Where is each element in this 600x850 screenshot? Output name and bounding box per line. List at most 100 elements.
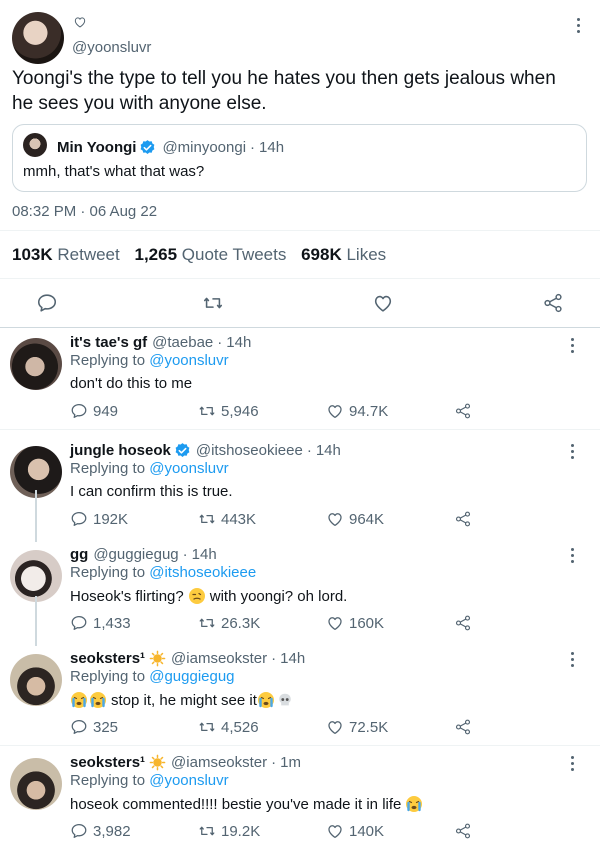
reply-text: don't do this to me (70, 375, 193, 392)
reply-avatar[interactable] (10, 338, 62, 390)
retweet-icon[interactable] (198, 822, 216, 840)
reply-count: 192K (93, 510, 129, 528)
like-count: 140K (349, 822, 385, 840)
reply-avatar[interactable] (10, 550, 62, 602)
more-options-icon[interactable] (565, 544, 579, 566)
quoted-author-handle: @minyoongi (162, 139, 247, 156)
reply-avatar[interactable] (10, 758, 62, 810)
reply-time: 1m (280, 754, 301, 771)
reply-author-handle[interactable]: @iamseokster (171, 754, 267, 771)
reply-icon[interactable] (70, 718, 88, 736)
reply-icon[interactable] (70, 510, 88, 528)
reply-text-part-1: Hoseok's flirting? (70, 587, 184, 605)
reply-time: 14h (280, 650, 306, 667)
retweet-icon[interactable] (198, 402, 216, 420)
reply-tweet[interactable]: jungle hoseok @itshoseokieee · 14h Reply… (0, 436, 600, 540)
crying-emoji-icon (406, 796, 423, 812)
retweet-icon[interactable] (198, 510, 216, 528)
author-handle[interactable]: @yoonsluvr (72, 39, 151, 56)
like-icon[interactable] (326, 510, 344, 528)
like-icon[interactable] (326, 822, 344, 840)
reply-author-handle[interactable]: @itshoseokieee (196, 442, 303, 459)
reply-tweet[interactable]: seoksters¹ @iamseokster · 1m Replying to… (0, 748, 600, 850)
replying-to-label: Replying to (70, 564, 146, 581)
like-icon[interactable] (326, 614, 344, 632)
wink-emoji-icon (188, 588, 205, 604)
tweet-stats: 103K Retweet 1,265 Quote Tweets 698K Lik… (12, 245, 396, 265)
retweet-icon[interactable] (198, 718, 216, 736)
reply-count: 325 (93, 718, 119, 736)
reply-author-handle[interactable]: @iamseokster (171, 650, 267, 667)
share-icon[interactable] (454, 718, 472, 736)
reply-author-name[interactable]: seoksters¹ (70, 754, 145, 771)
tweet-text: Yoongi's the type to tell you he hates y… (12, 68, 556, 114)
reply-text-part-2: with yoongi? oh lord. (209, 587, 348, 605)
reply-icon[interactable] (70, 402, 88, 420)
more-options-icon[interactable] (565, 752, 579, 774)
reply-avatar[interactable] (10, 654, 62, 706)
like-count: 160K (349, 614, 385, 632)
reply-author-name[interactable]: it's tae's gf (70, 334, 147, 351)
divider (0, 278, 600, 279)
reply-author-handle[interactable]: @taebae (152, 334, 213, 351)
reply-count: 3,982 (93, 822, 131, 840)
like-icon[interactable] (326, 718, 344, 736)
share-icon[interactable] (542, 292, 564, 314)
quoted-tweet[interactable]: Min Yoongi @minyoongi · 14h mmh, that's … (12, 124, 587, 192)
reply-author-handle[interactable]: @guggiegug (93, 546, 178, 563)
quoted-avatar (23, 133, 47, 157)
retweet-count: 19.2K (221, 822, 261, 840)
replying-to-handle[interactable]: @yoonsluvr (149, 772, 228, 789)
retweet-icon[interactable] (198, 614, 216, 632)
retweet-count: 443K (221, 510, 257, 528)
like-icon[interactable] (326, 402, 344, 420)
quote-label[interactable]: Quote Tweets (182, 245, 287, 264)
share-icon[interactable] (454, 822, 472, 840)
reply-count: 1,433 (93, 614, 131, 632)
like-label[interactable]: Likes (346, 245, 386, 264)
tweet-timestamp: 08:32 PM · 06 Aug 22 (12, 203, 158, 220)
author-avatar[interactable] (12, 12, 64, 64)
verified-badge-icon (174, 442, 191, 459)
reply-author-name[interactable]: jungle hoseok (70, 442, 171, 459)
like-count: 94.7K (349, 402, 389, 420)
more-options-icon[interactable] (565, 334, 579, 356)
reply-icon[interactable] (36, 292, 58, 314)
like-count: 964K (349, 510, 385, 528)
like-count[interactable]: 698K (301, 245, 342, 264)
reply-author-name[interactable]: seoksters¹ (70, 650, 145, 667)
replying-to-handle[interactable]: @yoonsluvr (149, 460, 228, 477)
more-options-icon[interactable] (565, 648, 579, 670)
sun-emoji-icon (149, 650, 166, 667)
retweet-count[interactable]: 103K (12, 245, 53, 264)
more-options-icon[interactable] (565, 440, 579, 462)
reply-icon[interactable] (70, 822, 88, 840)
share-icon[interactable] (454, 402, 472, 420)
replying-to-handle[interactable]: @guggiegug (149, 668, 234, 685)
crying-emoji-icon (257, 692, 274, 708)
retweet-count: 4,526 (221, 718, 259, 736)
replying-to-handle[interactable]: @itshoseokieee (149, 564, 256, 581)
quote-count[interactable]: 1,265 (134, 245, 177, 264)
reply-tweet[interactable]: gg @guggiegug · 14h Replying to @itshose… (0, 540, 600, 644)
retweet-label[interactable]: Retweet (57, 245, 119, 264)
reply-count: 949 (93, 402, 119, 420)
divider (0, 745, 600, 746)
reply-tweet[interactable]: seoksters¹ @iamseokster · 14h Replying t… (0, 644, 600, 745)
retweet-count: 5,946 (221, 402, 259, 420)
reply-time: 14h (315, 442, 341, 459)
more-options-icon[interactable] (571, 14, 585, 36)
reply-icon[interactable] (70, 614, 88, 632)
replying-to-handle[interactable]: @yoonsluvr (149, 352, 228, 369)
retweet-icon[interactable] (202, 292, 224, 314)
replying-to-label: Replying to (70, 352, 146, 369)
reply-tweet[interactable]: it's tae's gf @taebae · 14h Replying to … (0, 328, 600, 429)
reply-author-name[interactable]: gg (70, 546, 88, 563)
share-icon[interactable] (454, 510, 472, 528)
like-icon[interactable] (372, 292, 394, 314)
skull-emoji-icon (279, 693, 291, 706)
replying-to-label: Replying to (70, 772, 146, 789)
reply-time: 14h (226, 334, 252, 351)
quoted-time: 14h (259, 139, 285, 156)
share-icon[interactable] (454, 614, 472, 632)
